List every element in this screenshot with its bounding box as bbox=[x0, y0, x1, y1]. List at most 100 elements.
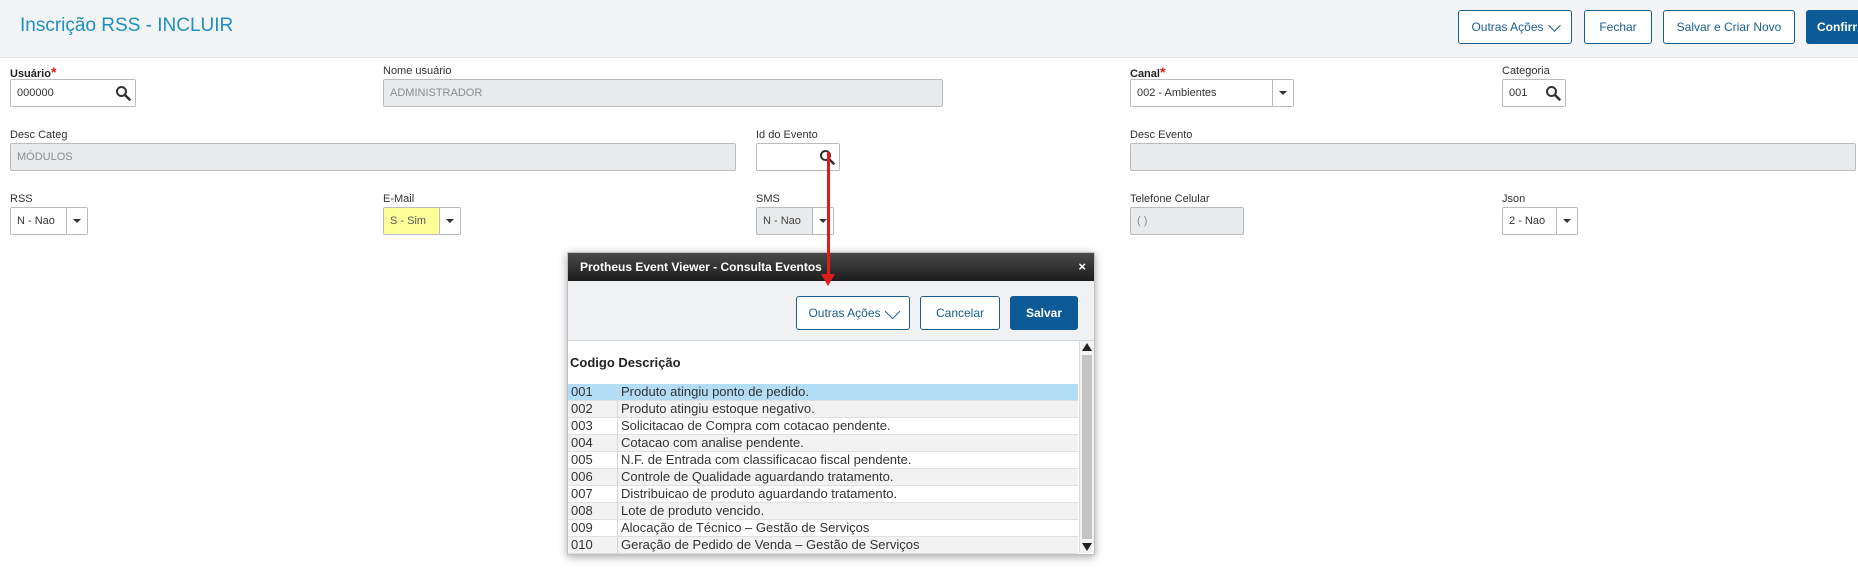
cell-descricao: Lote de produto vencido. bbox=[621, 503, 765, 518]
dialog-other-actions-button[interactable]: Outras Ações bbox=[796, 296, 910, 330]
chevron-down-icon bbox=[1547, 18, 1561, 32]
table-row[interactable]: 009 Alocação de Técnico – Gestão de Servi… bbox=[568, 520, 1078, 537]
other-actions-label: Outras Ações bbox=[1471, 20, 1544, 34]
cell-descricao: Solicitacao de Compra com cotacao penden… bbox=[621, 418, 891, 433]
telefone-label: Telefone Celular bbox=[1130, 193, 1210, 205]
other-actions-button[interactable]: Outras Ações bbox=[1458, 10, 1572, 44]
categoria-label: Categoria bbox=[1502, 65, 1550, 77]
dialog-title: Protheus Event Viewer - Consulta Eventos bbox=[580, 260, 822, 274]
json-select[interactable]: 2 - Nao bbox=[1502, 207, 1578, 235]
cell-codigo: 002 bbox=[568, 401, 618, 417]
canal-label: Canal* bbox=[1130, 64, 1166, 80]
dialog-save-label: Salvar bbox=[1025, 306, 1063, 320]
grid-header: Codigo Descrição bbox=[570, 355, 681, 370]
table-row[interactable]: 005 N.F. de Entrada com classificacao fis… bbox=[568, 452, 1078, 469]
cell-descricao: Controle de Qualidade aguardando tratame… bbox=[621, 469, 894, 484]
column-header-descricao[interactable]: Descrição bbox=[618, 355, 680, 370]
scroll-thumb[interactable] bbox=[1082, 355, 1092, 539]
required-mark: * bbox=[1159, 64, 1166, 80]
cell-descricao: Distribuicao de produto aguardando trata… bbox=[621, 486, 898, 501]
cell-descricao: Produto atingiu estoque negativo. bbox=[621, 401, 815, 416]
dropdown-arrow-icon[interactable] bbox=[1556, 208, 1577, 234]
cell-descricao: Alocação de Técnico – Gestão de Serviços bbox=[621, 520, 870, 535]
telefone-value: ( ) bbox=[1137, 215, 1148, 227]
scroll-up-icon[interactable] bbox=[1082, 343, 1092, 351]
dialog-cancel-button[interactable]: Cancelar bbox=[920, 296, 1000, 330]
canal-select[interactable]: 002 - Ambientes bbox=[1130, 79, 1294, 107]
vertical-scrollbar[interactable] bbox=[1079, 341, 1094, 553]
annotation-arrow-line bbox=[827, 152, 830, 277]
desc-categ-label: Desc Categ bbox=[10, 129, 68, 141]
table-row[interactable]: 008 Lote de produto vencido. bbox=[568, 503, 1078, 520]
sms-value: N - Nao bbox=[763, 215, 801, 227]
email-value: S - Sim bbox=[390, 215, 427, 227]
categoria-field[interactable]: 001 bbox=[1502, 79, 1566, 107]
close-icon[interactable]: × bbox=[1078, 260, 1086, 273]
cell-codigo: 010 bbox=[568, 537, 618, 553]
dropdown-arrow-icon[interactable] bbox=[1272, 80, 1293, 106]
cell-descricao: N.F. de Entrada com classificacao fiscal… bbox=[621, 452, 912, 467]
events-grid: Codigo Descrição 001 Produto atingiu pont… bbox=[568, 341, 1078, 554]
json-label: Json bbox=[1502, 193, 1526, 205]
search-icon[interactable] bbox=[1545, 85, 1561, 101]
usuario-label: Usuário* bbox=[10, 64, 57, 80]
search-icon[interactable] bbox=[115, 85, 131, 101]
json-value: 2 - Nao bbox=[1509, 215, 1546, 227]
email-label: E-Mail bbox=[383, 193, 415, 205]
email-select[interactable]: S - Sim bbox=[383, 207, 461, 235]
confirm-button[interactable]: Confirmar bbox=[1806, 10, 1858, 44]
rss-value: N - Nao bbox=[17, 215, 55, 227]
confirm-label: Confirmar bbox=[1817, 20, 1857, 34]
cell-codigo: 003 bbox=[568, 418, 618, 434]
chevron-down-icon bbox=[884, 303, 900, 319]
nome-usuario-label: Nome usuário bbox=[383, 65, 452, 77]
dropdown-arrow-icon[interactable] bbox=[66, 208, 87, 234]
cell-codigo: 004 bbox=[568, 435, 618, 451]
cell-codigo: 007 bbox=[568, 486, 618, 502]
page-title: Inscrição RSS - INCLUIR bbox=[20, 15, 234, 36]
table-row[interactable]: 003 Solicitacao de Compra com cotacao pen… bbox=[568, 418, 1078, 435]
annotation-arrow-head-icon bbox=[821, 274, 835, 286]
cell-codigo: 006 bbox=[568, 469, 618, 485]
cell-codigo: 008 bbox=[568, 503, 618, 519]
rss-label: RSS bbox=[10, 193, 33, 205]
cell-codigo: 009 bbox=[568, 520, 618, 536]
table-row[interactable]: 002 Produto atingiu estoque negativo. bbox=[568, 401, 1078, 418]
telefone-field: ( ) bbox=[1130, 207, 1244, 235]
id-evento-label: Id do Evento bbox=[756, 129, 818, 141]
grid-rows: 001 Produto atingiu ponto de pedido. 002 Pr… bbox=[568, 384, 1078, 554]
column-header-codigo[interactable]: Codigo bbox=[570, 355, 615, 370]
table-row[interactable]: 010 Geração de Pedido de Venda – Gestão d… bbox=[568, 537, 1078, 554]
close-label: Fechar bbox=[1599, 20, 1637, 34]
desc-categ-field: MÓDULOS bbox=[10, 143, 736, 171]
close-button[interactable]: Fechar bbox=[1584, 10, 1652, 44]
desc-evento-label: Desc Evento bbox=[1130, 129, 1193, 141]
cell-descricao: Geração de Pedido de Venda – Gestão de S… bbox=[621, 537, 920, 552]
table-row[interactable]: 007 Distribuicao de produto aguardando tr… bbox=[568, 486, 1078, 503]
save-and-new-button[interactable]: Salvar e Criar Novo bbox=[1663, 10, 1795, 44]
scroll-down-icon[interactable] bbox=[1082, 543, 1092, 551]
table-row[interactable]: 004 Cotacao com analise pendente. bbox=[568, 435, 1078, 452]
save-and-new-label: Salvar e Criar Novo bbox=[1676, 20, 1782, 34]
sms-label: SMS bbox=[756, 193, 780, 205]
dialog-toolbar: Outras Ações Cancelar Salvar bbox=[568, 281, 1094, 341]
dialog-save-button[interactable]: Salvar bbox=[1010, 296, 1078, 330]
nome-usuario-field: ADMINISTRADOR bbox=[383, 79, 943, 107]
table-row[interactable]: 006 Controle de Qualidade aguardando trat… bbox=[568, 469, 1078, 486]
usuario-value: 000000 bbox=[17, 87, 54, 99]
categoria-value: 001 bbox=[1509, 87, 1528, 99]
usuario-field[interactable]: 000000 bbox=[10, 79, 136, 107]
rss-select[interactable]: N - Nao bbox=[10, 207, 88, 235]
nome-usuario-value: ADMINISTRADOR bbox=[390, 87, 483, 99]
dropdown-arrow-icon[interactable] bbox=[439, 208, 460, 234]
cell-descricao: Produto atingiu ponto de pedido. bbox=[621, 384, 809, 399]
dialog-other-actions-label: Outras Ações bbox=[808, 306, 881, 320]
event-lookup-dialog: Protheus Event Viewer - Consulta Eventos… bbox=[567, 252, 1095, 555]
cell-codigo: 001 bbox=[568, 384, 618, 400]
required-mark: * bbox=[50, 64, 57, 80]
desc-evento-field bbox=[1130, 143, 1856, 171]
table-row[interactable]: 001 Produto atingiu ponto de pedido. bbox=[568, 384, 1078, 401]
page-header: Inscrição RSS - INCLUIR Outras Ações Fec… bbox=[0, 0, 1858, 58]
dialog-cancel-label: Cancelar bbox=[935, 306, 985, 320]
sms-select[interactable]: N - Nao bbox=[756, 207, 834, 235]
